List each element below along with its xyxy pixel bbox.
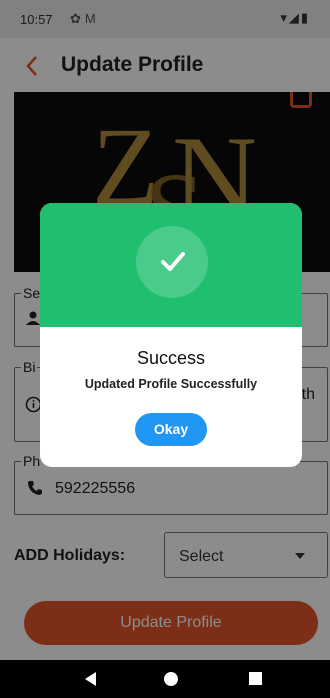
dialog-title: Success xyxy=(136,348,206,368)
checkmark-icon xyxy=(161,252,185,271)
success-dialog: Success Updated Profile Successfully Oka… xyxy=(40,203,302,467)
nav-home-icon[interactable] xyxy=(164,672,178,686)
okay-button[interactable]: Okay xyxy=(135,413,207,446)
nav-recents-icon[interactable] xyxy=(249,672,262,685)
dialog-message: Updated Profile Successfully xyxy=(84,377,258,391)
dialog-header xyxy=(40,203,302,327)
system-nav-bar xyxy=(0,660,330,698)
success-badge xyxy=(136,226,208,298)
nav-back-icon[interactable] xyxy=(85,672,96,686)
